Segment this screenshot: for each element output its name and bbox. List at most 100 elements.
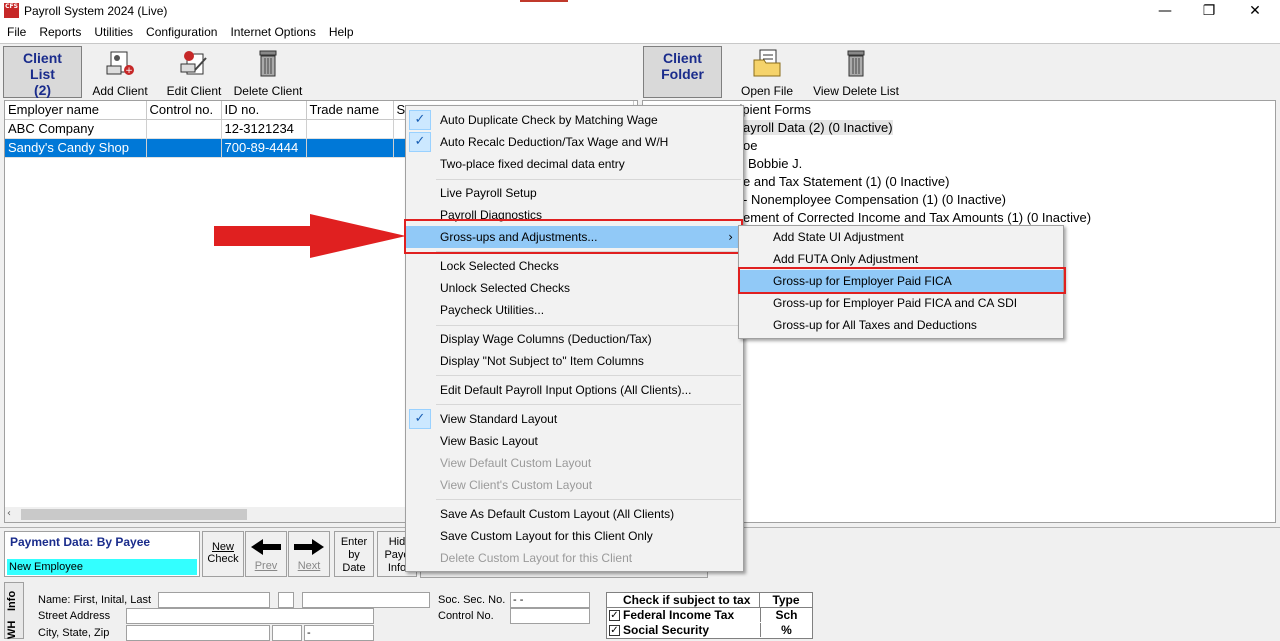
cell-id: 12-3121234: [221, 119, 307, 139]
cell-trade: [306, 138, 394, 158]
menu-item-label: Save As Default Custom Layout (All Clien…: [440, 507, 675, 521]
submenu-gross-up-fica-ca-sdi[interactable]: Gross-up for Employer Paid FICA and CA S…: [739, 292, 1063, 314]
add-client-button[interactable]: + Add Client: [88, 48, 152, 98]
first-name-input[interactable]: [158, 592, 270, 608]
scrollbar-thumb[interactable]: [21, 509, 247, 520]
delete-client-button[interactable]: Delete Client: [232, 48, 304, 98]
open-file-button[interactable]: Open File: [736, 48, 798, 98]
enter-by-date-line3: Date: [342, 562, 366, 574]
tree-item[interactable]: oe: [743, 138, 757, 153]
tree-item[interactable]: ayroll Data (2) (0 Inactive): [743, 120, 893, 135]
check-icon: ✓: [409, 409, 431, 429]
menu-auto-recalc[interactable]: ✓ Auto Recalc Deduction/Tax Wage and W/H: [406, 131, 743, 153]
client-list-line2: List: [30, 66, 55, 82]
view-delete-list-label: View Delete List: [813, 84, 899, 98]
close-button[interactable]: ✕: [1240, 2, 1270, 20]
submenu-gross-up-all-taxes[interactable]: Gross-up for All Taxes and Deductions: [739, 314, 1063, 336]
menu-item-label: View Client's Custom Layout: [440, 478, 593, 492]
col-employer-name[interactable]: Employer name: [5, 101, 147, 120]
view-delete-list-button[interactable]: View Delete List: [812, 48, 900, 98]
tax-header-check: Check if subject to tax: [607, 593, 760, 608]
tax-header-type: Type: [760, 593, 812, 608]
menu-separator: [436, 179, 741, 180]
title-accent: [520, 0, 568, 2]
menu-reports[interactable]: Reports: [39, 22, 81, 43]
cell-employer: Sandy's Candy Shop: [5, 138, 147, 158]
menu-item-label: Paycheck Utilities...: [440, 303, 545, 317]
street-address-input[interactable]: [126, 608, 374, 624]
cell-employer: ABC Company: [5, 119, 147, 139]
wh-side-label: WH: [6, 620, 18, 639]
submenu-add-state-ui-adjustment[interactable]: Add State UI Adjustment: [739, 226, 1063, 248]
new-check-button[interactable]: New Check: [202, 531, 244, 577]
edit-client-button[interactable]: Edit Client: [162, 48, 226, 98]
menu-utilities[interactable]: Utilities: [94, 22, 133, 43]
menu-separator: [436, 375, 741, 376]
menu-file[interactable]: File: [7, 22, 26, 43]
tree-item[interactable]: - Nonemployee Compensation (1) (0 Inacti…: [743, 192, 1006, 207]
menu-auto-duplicate-check[interactable]: ✓ Auto Duplicate Check by Matching Wage: [406, 109, 743, 131]
trash-icon: [841, 48, 871, 78]
menu-save-default-custom-layout[interactable]: Save As Default Custom Layout (All Clien…: [406, 503, 743, 525]
tree-item[interactable]: cipient Forms: [733, 102, 811, 117]
minimize-button[interactable]: —: [1150, 2, 1180, 20]
menu-save-custom-layout-client[interactable]: Save Custom Layout for this Client Only: [406, 525, 743, 547]
menu-view-default-custom-layout: View Default Custom Layout: [406, 452, 743, 474]
col-trade-name[interactable]: Trade name: [306, 101, 394, 120]
highlight-box-gross-up-fica: [738, 267, 1066, 294]
info-side-tab[interactable]: Info WH: [4, 582, 24, 639]
enter-by-date-line1: Enter: [340, 536, 368, 548]
col-id-no[interactable]: ID no.: [221, 101, 307, 120]
enter-by-date-button[interactable]: Enter by Date: [334, 531, 374, 577]
fit-checkbox[interactable]: ✓: [609, 610, 620, 621]
menu-internet-options[interactable]: Internet Options: [230, 22, 315, 43]
client-folder-tab[interactable]: Client Folder: [643, 46, 722, 98]
control-no-label: Control No.: [438, 610, 494, 622]
payment-data-title: Payment Data: By Payee: [10, 535, 151, 549]
prev-button[interactable]: Prev: [245, 531, 287, 577]
client-list-line1: Client: [23, 50, 62, 66]
menu-divider: [0, 43, 1280, 44]
menu-bar: File Reports Utilities Configuration Int…: [0, 22, 1280, 43]
street-label: Street Address: [38, 610, 111, 622]
menu-item-label: View Default Custom Layout: [440, 456, 592, 470]
menu-view-standard-layout[interactable]: ✓ View Standard Layout: [406, 408, 743, 430]
payment-data-panel: Payment Data: By Payee New Employee: [4, 531, 200, 577]
menu-unlock-selected-checks[interactable]: Unlock Selected Checks: [406, 277, 743, 299]
ssn-label: Soc. Sec. No.: [438, 594, 506, 606]
tree-item[interactable]: ement of Corrected Income and Tax Amount…: [743, 210, 1091, 225]
menu-configuration[interactable]: Configuration: [146, 22, 217, 43]
menu-live-payroll-setup[interactable]: Live Payroll Setup: [406, 182, 743, 204]
tax-table: Check if subject to tax Type ✓ Federal I…: [606, 592, 813, 639]
ssn-input[interactable]: - -: [510, 592, 590, 608]
cell-trade: [306, 119, 394, 139]
tree-item[interactable]: Bobbie J.: [748, 156, 802, 171]
enter-by-date-line2: by: [348, 549, 360, 561]
last-name-input[interactable]: [302, 592, 430, 608]
scroll-left-icon[interactable]: ‹: [7, 508, 11, 519]
client-list-tab[interactable]: Client List (2): [3, 46, 82, 98]
client-folder-line2: Folder: [661, 66, 704, 82]
menu-help[interactable]: Help: [329, 22, 354, 43]
col-control-no[interactable]: Control no.: [146, 101, 222, 120]
menu-display-wage-columns[interactable]: Display Wage Columns (Deduction/Tax): [406, 328, 743, 350]
red-arrow-annotation: [214, 214, 406, 258]
initial-input[interactable]: [278, 592, 294, 608]
menu-edit-default-payroll-input[interactable]: Edit Default Payroll Input Options (All …: [406, 379, 743, 401]
menu-item-label: Gross-up for All Taxes and Deductions: [773, 318, 977, 332]
menu-lock-selected-checks[interactable]: Lock Selected Checks: [406, 255, 743, 277]
maximize-button[interactable]: ❐: [1194, 2, 1224, 20]
menu-item-label: Display "Not Subject to" Item Columns: [440, 354, 644, 368]
menu-two-place-decimal[interactable]: Two-place fixed decimal data entry: [406, 153, 743, 175]
control-no-input[interactable]: [510, 608, 590, 624]
menu-item-label: Auto Recalc Deduction/Tax Wage and W/H: [440, 135, 669, 149]
payee-select[interactable]: New Employee: [7, 559, 197, 575]
add-client-label: Add Client: [92, 84, 148, 98]
ss-checkbox[interactable]: ✓: [609, 625, 620, 636]
tree-item[interactable]: e and Tax Statement (1) (0 Inactive): [743, 174, 949, 189]
menu-view-basic-layout[interactable]: View Basic Layout: [406, 430, 743, 452]
open-folder-icon: [752, 48, 782, 78]
menu-paycheck-utilities[interactable]: Paycheck Utilities...: [406, 299, 743, 321]
menu-display-not-subject-columns[interactable]: Display "Not Subject to" Item Columns: [406, 350, 743, 372]
next-button[interactable]: Next: [288, 531, 330, 577]
